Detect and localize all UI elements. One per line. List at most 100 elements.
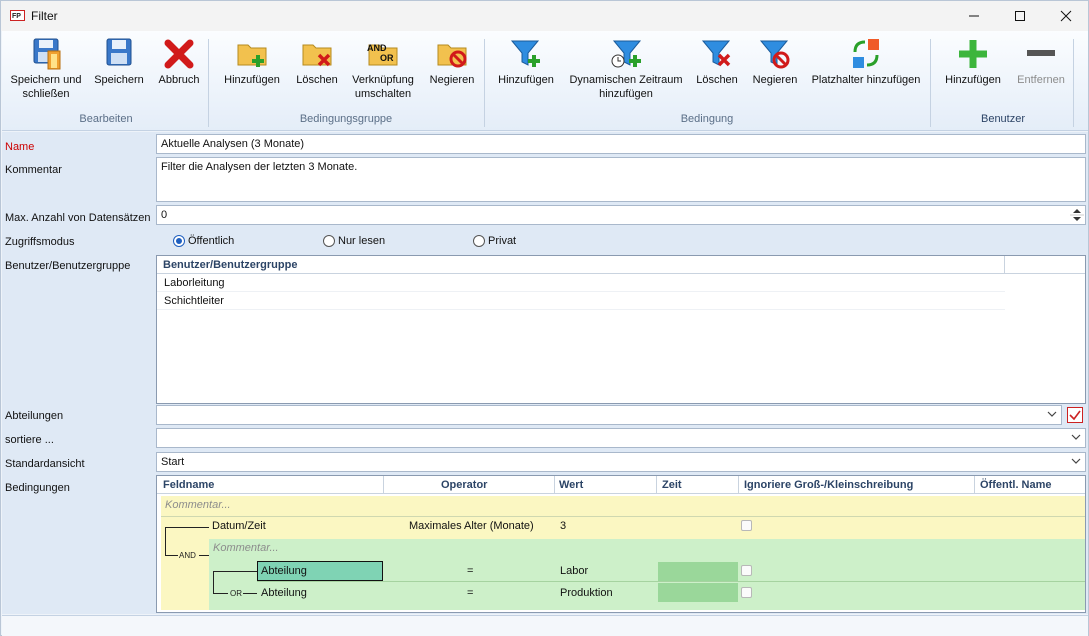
placeholder-add-button[interactable]: Platzhalter hinzufügen	[808, 37, 924, 87]
max-records-label: Max. Anzahl von Datensätzen	[5, 212, 151, 224]
maximize-button[interactable]	[997, 1, 1043, 31]
funnel-negate-icon	[759, 40, 790, 69]
col-ignore-case[interactable]: Ignoriere Groß-/Kleinschreibung	[744, 479, 913, 491]
plus-icon	[959, 40, 987, 68]
user-remove-button[interactable]: Entfernen	[1012, 37, 1070, 87]
condition-value[interactable]: 3	[560, 520, 566, 532]
condition-add-button[interactable]: Hinzufügen	[494, 37, 558, 87]
ribbon-toolbar: Speichern und schließen Speichern Abbruc…	[2, 31, 1088, 131]
users-grid-header-label: Benutzer/Benutzergruppe	[163, 259, 298, 271]
chevron-down-icon	[1071, 458, 1081, 464]
access-radio-private[interactable]: Privat	[473, 235, 516, 247]
time-cell[interactable]	[658, 562, 738, 581]
condition-field[interactable]: Abteilung	[261, 565, 307, 577]
tree-line	[165, 555, 178, 556]
tree-line	[213, 571, 214, 593]
col-fieldname[interactable]: Feldname	[163, 479, 214, 491]
funnel-delete-icon	[701, 40, 731, 67]
group-delete-button[interactable]: Löschen	[292, 37, 342, 87]
name-input[interactable]: Aktuelle Analysen (3 Monate)	[156, 134, 1086, 154]
default-view-select[interactable]: Start	[156, 452, 1086, 472]
default-view-value: Start	[161, 456, 185, 468]
conditions-tree[interactable]: Feldname Operator Wert Zeit Ignoriere Gr…	[156, 475, 1086, 613]
users-grid[interactable]: Benutzer/Benutzergruppe Laborleitung Sch…	[156, 255, 1086, 404]
save-close-label: Speichern und schließen	[10, 74, 82, 100]
group-label-edit: Bearbeiten	[79, 113, 133, 125]
column-separator	[383, 476, 384, 494]
condition-operator[interactable]: =	[467, 565, 473, 577]
group-add-button[interactable]: Hinzufügen	[220, 37, 284, 87]
conditions-header: Feldname Operator Wert Zeit Ignoriere Gr…	[157, 476, 1085, 494]
tree-line	[199, 555, 209, 556]
access-option-label: Privat	[488, 235, 517, 247]
group-delete-label: Löschen	[296, 74, 338, 86]
col-public-name[interactable]: Öffentl. Name	[980, 479, 1052, 491]
max-records-input[interactable]: 0	[156, 205, 1086, 225]
close-icon	[1060, 10, 1072, 22]
group-label-condition: Bedingung	[680, 113, 734, 125]
access-radio-readonly[interactable]: Nur lesen	[323, 235, 385, 247]
sort-label: sortiere ...	[5, 434, 54, 446]
and-operator-label[interactable]: AND	[179, 551, 196, 560]
chevron-down-icon	[1047, 411, 1057, 417]
col-operator[interactable]: Operator	[441, 479, 487, 491]
col-time[interactable]: Zeit	[662, 479, 682, 491]
filter-app-icon: FP	[10, 10, 25, 21]
condition-negate-label: Negieren	[752, 74, 798, 86]
condition-operator[interactable]: Maximales Alter (Monate)	[409, 520, 534, 532]
group-label-condition-group: Bedingungsgruppe	[299, 113, 393, 125]
conditions-label: Bedingungen	[5, 482, 70, 494]
save-label: Speichern	[94, 74, 144, 86]
condition-add-dynamic-button[interactable]: Dynamischen Zeitraum hinzufügen	[565, 37, 687, 101]
time-cell[interactable]	[658, 583, 738, 602]
cancel-label: Abbruch	[158, 74, 200, 86]
minimize-button[interactable]	[951, 1, 997, 31]
comment-textarea[interactable]: Filter die Analysen der letzten 3 Monate…	[156, 157, 1086, 202]
departments-select[interactable]	[156, 405, 1062, 425]
cancel-button[interactable]: Abbruch	[154, 37, 204, 87]
condition-delete-label: Löschen	[696, 74, 738, 86]
title-bar: FP Filter	[1, 1, 1088, 31]
condition-operator[interactable]: =	[467, 587, 473, 599]
ignore-case-checkbox[interactable]	[741, 565, 752, 576]
group-comment[interactable]: Kommentar...	[165, 499, 231, 511]
or-operator-label[interactable]: OR	[230, 589, 242, 598]
spinner-icon[interactable]	[1070, 207, 1084, 223]
condition-field[interactable]: Abteilung	[261, 587, 307, 599]
placeholder-add-label: Platzhalter hinzufügen	[811, 74, 921, 86]
filter-window: FP Filter Speichern und schließen Speich…	[0, 0, 1089, 636]
svg-text:FP: FP	[12, 13, 21, 20]
ignore-case-checkbox[interactable]	[741, 587, 752, 598]
condition-add-dynamic-label: Dynamischen Zeitraum hinzufügen	[569, 74, 683, 100]
filter-form: Name Aktuelle Analysen (3 Monate) Kommen…	[2, 132, 1088, 614]
folder-add-icon	[237, 44, 267, 67]
close-button[interactable]	[1043, 1, 1089, 31]
ribbon-separator	[208, 39, 209, 127]
users-grid-row[interactable]: Schichtleiter	[157, 292, 1005, 310]
condition-negate-button[interactable]: Negieren	[748, 37, 802, 87]
condition-field[interactable]: Datum/Zeit	[212, 520, 266, 532]
users-grid-row[interactable]: Laborleitung	[157, 274, 1005, 292]
user-add-label: Hinzufügen	[945, 74, 1001, 86]
toggle-link-button[interactable]: AND OR Verknüpfung umschalten	[348, 37, 418, 101]
save-button[interactable]: Speichern	[91, 37, 147, 87]
condition-value[interactable]: Produktion	[560, 587, 613, 599]
condition-delete-button[interactable]: Löschen	[693, 37, 741, 87]
ignore-case-checkbox[interactable]	[741, 520, 752, 531]
user-add-button[interactable]: Hinzufügen	[940, 37, 1006, 87]
subgroup-comment[interactable]: Kommentar...	[213, 542, 279, 554]
ribbon-separator	[930, 39, 931, 127]
sort-select[interactable]	[156, 428, 1086, 448]
users-grid-header[interactable]: Benutzer/Benutzergruppe	[157, 256, 1085, 274]
group-negate-button[interactable]: Negieren	[426, 37, 478, 87]
row-divider	[257, 581, 1085, 582]
user-remove-label: Entfernen	[1017, 74, 1065, 86]
save-close-button[interactable]: Speichern und schließen	[8, 37, 84, 101]
condition-value[interactable]: Labor	[560, 565, 588, 577]
select-all-checkbox-icon[interactable]	[1066, 406, 1084, 424]
tree-line	[165, 527, 209, 528]
col-value[interactable]: Wert	[559, 479, 583, 491]
access-radio-public[interactable]: Öffentlich	[173, 235, 234, 247]
tree-line	[243, 593, 257, 594]
name-label: Name	[5, 141, 35, 153]
